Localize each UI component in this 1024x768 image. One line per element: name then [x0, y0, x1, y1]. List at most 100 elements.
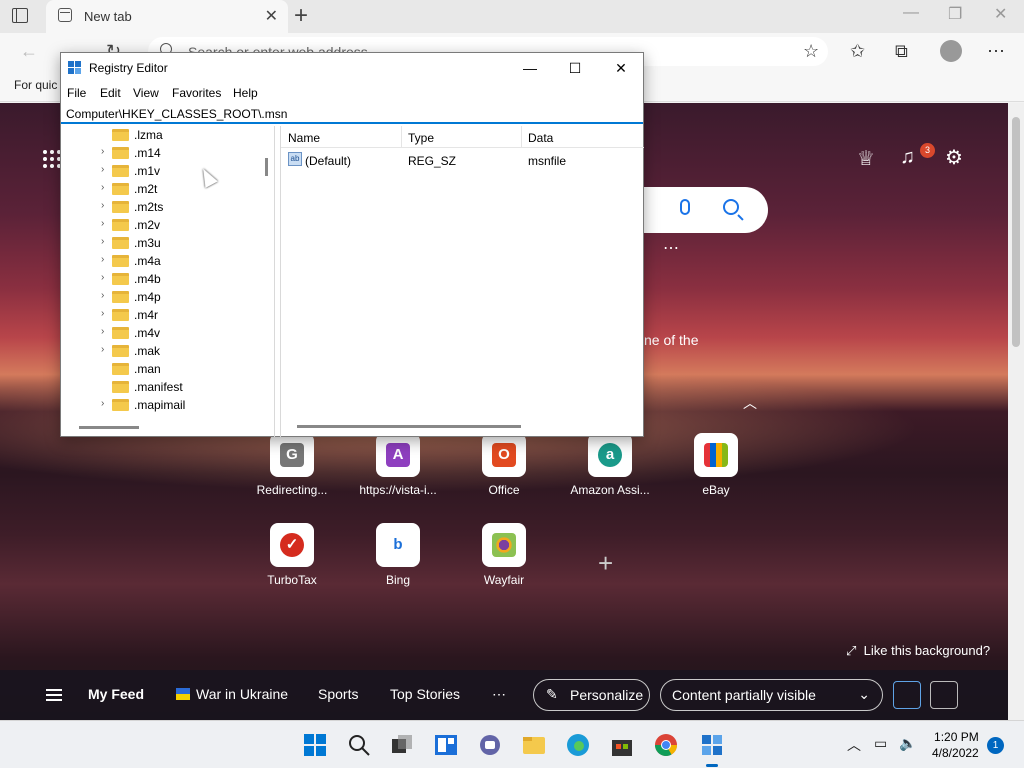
add-favorite-icon[interactable]: ☆ — [803, 41, 819, 62]
new-tab-button[interactable]: + — [294, 2, 308, 30]
tree-vertical-scrollbar[interactable] — [259, 126, 274, 420]
column-data[interactable]: Data — [528, 131, 553, 145]
tree-item[interactable]: › .mapimail — [61, 396, 259, 414]
tree-item[interactable]: › .m14 — [61, 144, 259, 162]
quick-link-tile[interactable]: A https://vista-i... — [353, 433, 443, 497]
tab-new-tab[interactable]: New tab ✕ — [46, 0, 288, 33]
column-type[interactable]: Type — [408, 131, 434, 145]
minimize-icon[interactable]: — — [903, 4, 919, 22]
more-tabs-icon[interactable]: ⋯ — [492, 686, 506, 703]
menu-file[interactable]: File — [67, 86, 86, 100]
teams-chat-icon[interactable] — [478, 733, 502, 757]
menu-help[interactable]: Help — [233, 86, 258, 100]
widgets-icon[interactable] — [434, 733, 458, 757]
collections-icon[interactable]: ⧉ — [895, 41, 908, 62]
show-hidden-icons-icon[interactable]: ︿ — [847, 735, 861, 755]
edge-icon[interactable] — [566, 733, 590, 757]
expand-arrow-icon[interactable]: › — [101, 344, 104, 355]
collapse-chevron-icon[interactable]: ︿ — [743, 393, 757, 413]
content-visibility-dropdown[interactable]: Content partially visible ⌄ — [660, 679, 883, 711]
notifications-icon[interactable]: ♫ — [900, 146, 915, 169]
scrollbar-thumb[interactable] — [1012, 117, 1020, 347]
tab-actions-icon[interactable] — [12, 8, 28, 23]
expand-arrow-icon[interactable]: › — [101, 326, 104, 337]
tree-item[interactable]: › .m4b — [61, 270, 259, 288]
profile-avatar[interactable] — [940, 40, 962, 62]
maximize-icon[interactable]: ☐ — [552, 57, 598, 79]
favorites-icon[interactable]: ✩ — [850, 41, 865, 62]
tree-item[interactable]: › .m4a — [61, 252, 259, 270]
page-settings-icon[interactable]: ⚙ — [945, 145, 963, 170]
close-icon[interactable]: ✕ — [598, 57, 644, 79]
microphone-icon[interactable] — [680, 199, 690, 215]
tree-item[interactable]: › .m3u — [61, 234, 259, 252]
menu-icon[interactable] — [46, 689, 62, 701]
notification-center-badge[interactable]: 1 — [987, 737, 1004, 754]
list-horizontal-scrollbar[interactable] — [297, 425, 521, 428]
web-search-box[interactable] — [640, 187, 768, 233]
task-view-icon[interactable] — [390, 733, 414, 757]
quick-link-tile[interactable]: Wayfair — [459, 523, 549, 587]
expand-arrow-icon[interactable]: › — [101, 146, 104, 157]
menu-favorites[interactable]: Favorites — [172, 86, 221, 100]
close-window-icon[interactable]: ✕ — [994, 4, 1007, 24]
expand-arrow-icon[interactable]: › — [101, 236, 104, 247]
expand-arrow-icon[interactable]: › — [101, 254, 104, 265]
search-submit-icon[interactable] — [723, 199, 739, 215]
file-explorer-icon[interactable] — [522, 733, 546, 757]
grid-view-icon[interactable] — [893, 681, 921, 709]
war-in-ukraine-tab[interactable]: War in Ukraine — [196, 686, 288, 702]
like-background-link[interactable]: ⤢ Like this background? — [846, 643, 990, 659]
back-icon[interactable]: ← — [20, 41, 38, 62]
expand-arrow-icon[interactable]: › — [101, 272, 104, 283]
rewards-icon[interactable]: ♕ — [857, 146, 875, 171]
apps-launcher-icon[interactable] — [43, 150, 61, 168]
quick-link-tile[interactable]: ✓ TurboTax — [247, 523, 337, 587]
list-view-icon[interactable] — [930, 681, 958, 709]
search-icon[interactable] — [347, 733, 371, 757]
address-field[interactable]: Computer\HKEY_CLASSES_ROOT\.msn — [61, 104, 643, 124]
personalize-button[interactable]: ✎ Personalize — [533, 679, 650, 711]
sports-tab[interactable]: Sports — [318, 686, 358, 702]
tree-item[interactable]: › .m4r — [61, 306, 259, 324]
menu-edit[interactable]: Edit — [100, 86, 121, 100]
column-name[interactable]: Name — [288, 131, 320, 145]
tree-item[interactable]: .lzma — [61, 126, 259, 144]
expand-arrow-icon[interactable]: › — [101, 182, 104, 193]
expand-arrow-icon[interactable]: › — [101, 308, 104, 319]
store-icon[interactable] — [610, 733, 634, 757]
volume-icon[interactable]: 🔈 — [899, 735, 916, 752]
registry-editor-taskbar-icon[interactable] — [700, 733, 724, 767]
settings-more-icon[interactable]: ⋯ — [987, 41, 1005, 62]
close-tab-icon[interactable]: ✕ — [265, 6, 278, 26]
top-stories-tab[interactable]: Top Stories — [390, 686, 460, 702]
tree-item[interactable]: .manifest — [61, 378, 259, 396]
registry-editor-titlebar[interactable]: Registry Editor — ☐ ✕ — [61, 53, 643, 83]
tree-item[interactable]: › .m1v — [61, 162, 259, 180]
tree-item[interactable]: .man — [61, 360, 259, 378]
tree-item[interactable]: › .mak — [61, 342, 259, 360]
expand-arrow-icon[interactable]: › — [101, 218, 104, 229]
quick-link-tile[interactable]: O Office — [459, 433, 549, 497]
menu-view[interactable]: View — [133, 86, 159, 100]
tree-item[interactable]: › .m2ts — [61, 198, 259, 216]
page-scrollbar[interactable] — [1008, 103, 1024, 720]
quick-link-tile[interactable]: G Redirecting... — [247, 433, 337, 497]
more-options-icon[interactable]: ⋯ — [663, 238, 680, 258]
expand-arrow-icon[interactable]: › — [101, 200, 104, 211]
scrollbar-thumb[interactable] — [79, 426, 139, 429]
add-site-icon[interactable]: + — [598, 548, 613, 579]
tree-horizontal-scrollbar[interactable] — [61, 420, 274, 435]
network-icon[interactable]: ▭ — [874, 735, 887, 752]
quick-link-tile[interactable]: b Bing — [353, 523, 443, 587]
quick-link-tile[interactable]: eBay — [671, 433, 761, 497]
tree-item[interactable]: › .m2v — [61, 216, 259, 234]
scrollbar-thumb[interactable] — [265, 158, 268, 176]
quick-link-tile[interactable]: a Amazon Assi... — [565, 433, 655, 497]
expand-arrow-icon[interactable]: › — [101, 398, 104, 409]
chrome-icon[interactable] — [654, 733, 678, 757]
tree-item[interactable]: › .m2t — [61, 180, 259, 198]
restore-icon[interactable]: ❐ — [948, 4, 962, 24]
minimize-icon[interactable]: — — [507, 57, 553, 79]
tree-item[interactable]: › .m4v — [61, 324, 259, 342]
